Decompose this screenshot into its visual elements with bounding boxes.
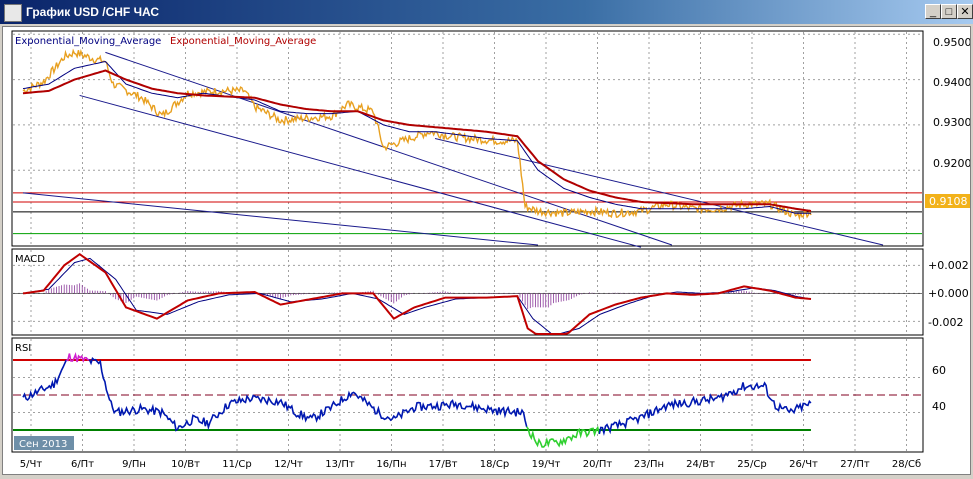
chart-window-icon (4, 4, 22, 22)
x-axis-label: 23/Пн (634, 459, 664, 470)
time-badge-label: Сен 2013 (19, 439, 67, 450)
price-tick-label: 0.9500 (933, 36, 970, 49)
x-axis-label: 13/Пт (325, 459, 355, 470)
chart-area[interactable]: Exponential_Moving_Average Exponential_M… (2, 26, 972, 475)
chart-svg[interactable]: Exponential_Moving_Average Exponential_M… (3, 27, 972, 474)
price-tick-label: 0.9300 (933, 116, 970, 129)
ema-legend-1: Exponential_Moving_Average (15, 36, 161, 47)
window-title: График USD /CHF ЧАС (26, 5, 160, 19)
x-axis-label: 16/Пн (376, 459, 406, 470)
x-axis-label: 12/Чт (274, 459, 303, 470)
macd-panel[interactable] (11, 248, 924, 336)
x-axis-label: 25/Ср (737, 459, 766, 470)
macd-tick-label: +0.002 (928, 259, 969, 272)
x-axis-label: 24/Вт (686, 459, 715, 470)
x-axis-label: 9/Пн (122, 459, 146, 470)
rsi-tick-label: 40 (932, 400, 946, 413)
ema-legend-2: Exponential_Moving_Average (170, 36, 316, 47)
x-axis-label: 18/Ср (480, 459, 509, 470)
macd-label: MACD (15, 254, 45, 265)
x-axis-label: 27/Пт (840, 459, 870, 470)
x-axis-label: 6/Пт (71, 459, 94, 470)
maximize-button[interactable]: □ (941, 4, 957, 19)
x-axis-label: 28/Сб (892, 459, 921, 470)
macd-tick-label: +0.000 (928, 287, 969, 300)
close-button[interactable]: ✕ (957, 4, 973, 19)
macd-tick-label: -0.002 (928, 316, 963, 329)
x-axis-label: 26/Чт (789, 459, 818, 470)
x-axis-label: 19/Чт (532, 459, 561, 470)
price-tick-label: 0.9400 (933, 76, 970, 89)
x-axis-label: 17/Вт (429, 459, 458, 470)
rsi-tick-label: 60 (932, 364, 946, 377)
current-price-label: 0.9108 (929, 195, 968, 208)
x-axis-label: 11/Ср (222, 459, 251, 470)
x-axis-label: 5/Чт (20, 459, 43, 470)
rsi-label: RSI (15, 343, 31, 354)
x-axis-label: 10/Вт (171, 459, 200, 470)
window-titlebar[interactable]: График USD /CHF ЧАС _ □ ✕ (0, 0, 973, 24)
price-tick-label: 0.9200 (933, 157, 970, 170)
x-axis-label: 20/Пт (583, 459, 613, 470)
minimize-button[interactable]: _ (925, 4, 941, 19)
